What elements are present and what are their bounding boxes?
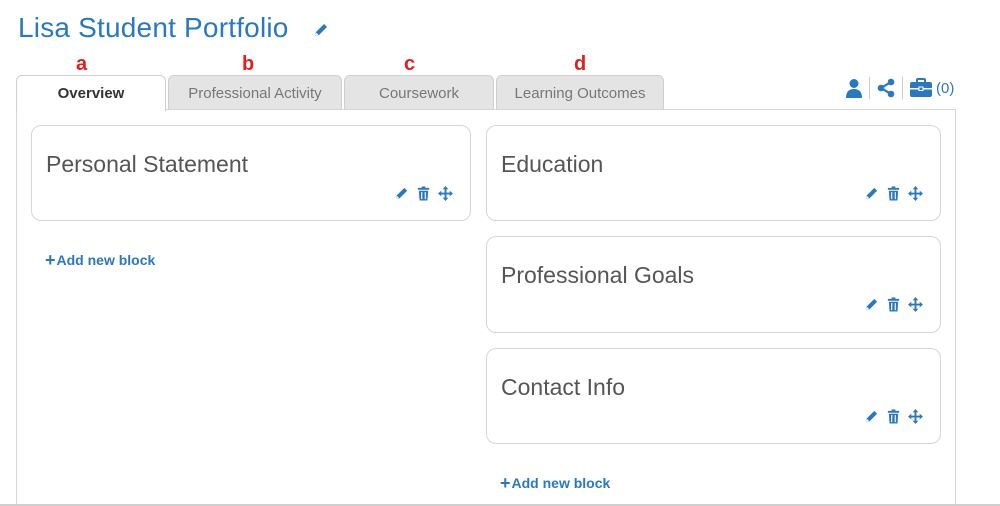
annotation-b: b [242,53,255,75]
block-education: Education [486,125,941,221]
block-title: Professional Goals [501,262,695,288]
page-title: Lisa Student Portfolio [18,12,289,43]
trash-icon[interactable] [886,297,901,312]
block-title: Contact Info [501,374,626,400]
add-new-block-right[interactable]: + Add new block [500,473,611,493]
trash-icon[interactable] [416,186,431,201]
annotation-d: d [574,53,587,75]
briefcase-icon[interactable] [909,78,933,98]
block-title: Personal Statement [46,151,249,177]
move-icon[interactable] [908,186,923,201]
block-title: Education [501,151,604,177]
share-icon[interactable] [876,78,896,98]
toolbar-divider [869,77,870,99]
block-actions [864,297,923,312]
add-new-block-left[interactable]: + Add new block [45,250,156,270]
add-new-block-label: Add new block [511,475,611,491]
tab-overview[interactable]: Overview [16,75,166,111]
pencil-icon[interactable] [864,297,879,312]
briefcase-count[interactable]: (0) [936,80,954,97]
block-actions [394,186,453,201]
pencil-icon[interactable] [864,186,879,201]
add-new-block-label: Add new block [56,252,156,268]
move-icon[interactable] [908,297,923,312]
pencil-icon[interactable] [394,186,409,201]
tab-learning-outcomes[interactable]: Learning Outcomes [496,75,664,110]
block-contact-info: Contact Info [486,348,941,444]
block-professional-goals: Professional Goals [486,236,941,333]
portfolio-toolbar: (0) [845,77,954,99]
pencil-icon[interactable] [864,409,879,424]
annotation-a: a [76,53,88,75]
move-icon[interactable] [438,186,453,201]
toolbar-divider [902,77,903,99]
user-icon[interactable] [845,78,863,98]
tab-coursework[interactable]: Coursework [344,75,494,110]
move-icon[interactable] [908,409,923,424]
plus-icon: + [45,250,56,270]
trash-icon[interactable] [886,409,901,424]
edit-title-pencil-icon[interactable] [313,22,329,38]
tab-professional-activity[interactable]: Professional Activity [168,75,342,110]
annotation-c: c [404,53,416,75]
block-personal-statement: Personal Statement [31,125,471,221]
plus-icon: + [500,473,511,493]
block-actions [864,409,923,424]
block-actions [864,186,923,201]
trash-icon[interactable] [886,186,901,201]
